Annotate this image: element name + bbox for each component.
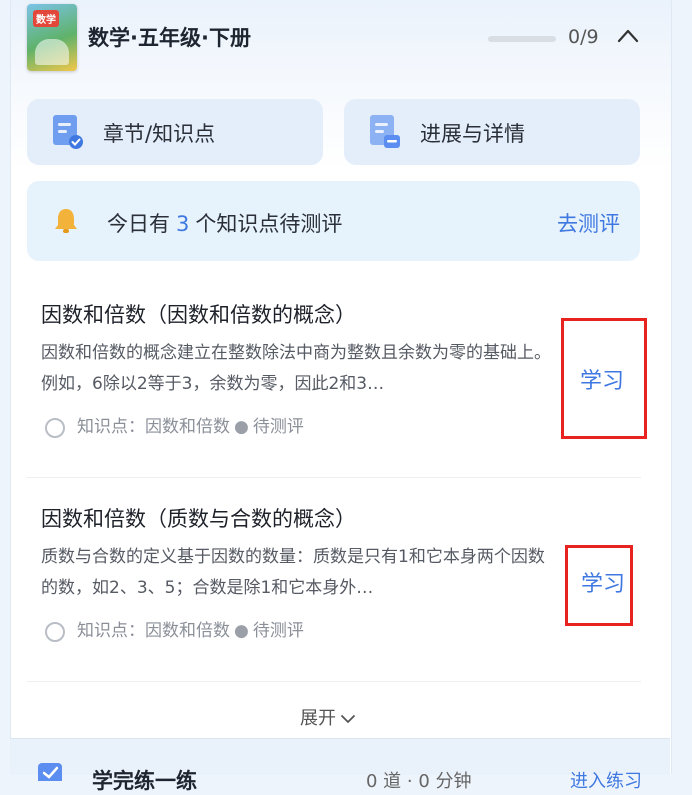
reminder-count: 3: [176, 212, 190, 236]
cover-title: 数学: [33, 10, 59, 27]
bell-icon: [55, 209, 77, 233]
reminder-text: 今日有 3 个知识点待测评: [107, 208, 342, 238]
knowledge-point-label: 知识点：因数和倍数: [77, 621, 230, 641]
book-cover-image[interactable]: 数学: [27, 4, 77, 71]
practice-section[interactable]: 学完练一练 0 道 · 0 分钟 进入练习: [10, 738, 670, 793]
knowledge-item[interactable]: 因数和倍数（质数与合数的概念） 质数与合数的定义基于因数的数量：质数是只有1和它…: [41, 504, 641, 644]
item-title: 因数和倍数（因数和倍数的概念）: [41, 303, 356, 327]
progress-count: 0/9: [568, 26, 599, 48]
progress-details-tile[interactable]: 进展与详情: [344, 99, 640, 165]
item-meta: 知识点：因数和倍数 ● 待测评: [41, 618, 641, 644]
divider: [27, 477, 641, 478]
chevron-up-icon[interactable]: [617, 28, 639, 44]
assessment-reminder: 今日有 3 个知识点待测评 去测评: [27, 181, 640, 261]
item-description: 质数与合数的定义基于因数的数量：质数是只有1和它本身两个因数的数，如2、3、5；…: [41, 547, 545, 598]
chapter-doc-icon: [53, 115, 83, 149]
knowledge-point-label: 知识点：因数和倍数: [77, 417, 230, 437]
study-button[interactable]: 学习: [580, 363, 624, 395]
item-meta: 知识点：因数和倍数 ● 待测评: [41, 414, 641, 440]
status-label: 待测评: [252, 417, 304, 437]
practice-icon: [38, 763, 62, 781]
meta-text: 知识点：因数和倍数 ● 待测评: [77, 414, 304, 440]
meta-text: 知识点：因数和倍数 ● 待测评: [77, 618, 304, 644]
status-circle-icon: [45, 622, 65, 642]
item-description: 因数和倍数的概念建立在整数除法中商为整数且余数为零的基础上。例如，6除以2等于3…: [41, 343, 551, 394]
enter-practice-link[interactable]: 进入练习: [570, 767, 642, 793]
study-button[interactable]: 学习: [581, 566, 625, 598]
expand-button[interactable]: 展开: [300, 704, 356, 730]
expand-label: 展开: [300, 708, 336, 729]
practice-stats: 0 道 · 0 分钟: [366, 771, 472, 792]
meta-separator: ●: [234, 621, 249, 641]
chevron-down-icon: [341, 715, 355, 723]
tile-label: 章节/知识点: [103, 122, 216, 146]
tile-label: 进展与详情: [420, 122, 525, 146]
chapter-knowledge-tile[interactable]: 章节/知识点: [27, 99, 323, 165]
go-assess-link[interactable]: 去测评: [557, 208, 620, 238]
item-title: 因数和倍数（质数与合数的概念）: [41, 507, 356, 531]
knowledge-item[interactable]: 因数和倍数（因数和倍数的概念） 因数和倍数的概念建立在整数除法中商为整数且余数为…: [41, 300, 641, 440]
cover-illustration: [35, 39, 69, 65]
meta-separator: ●: [234, 417, 249, 437]
progress-bar: [488, 36, 556, 42]
divider: [27, 681, 641, 682]
status-circle-icon: [45, 418, 65, 438]
practice-title: 学完练一练: [92, 769, 197, 793]
progress-doc-icon: [370, 115, 400, 148]
status-label: 待测评: [252, 621, 304, 641]
reminder-suffix: 个知识点待测评: [195, 212, 343, 236]
book-title: 数学·五年级·下册: [88, 26, 251, 50]
reminder-prefix: 今日有: [107, 212, 170, 236]
